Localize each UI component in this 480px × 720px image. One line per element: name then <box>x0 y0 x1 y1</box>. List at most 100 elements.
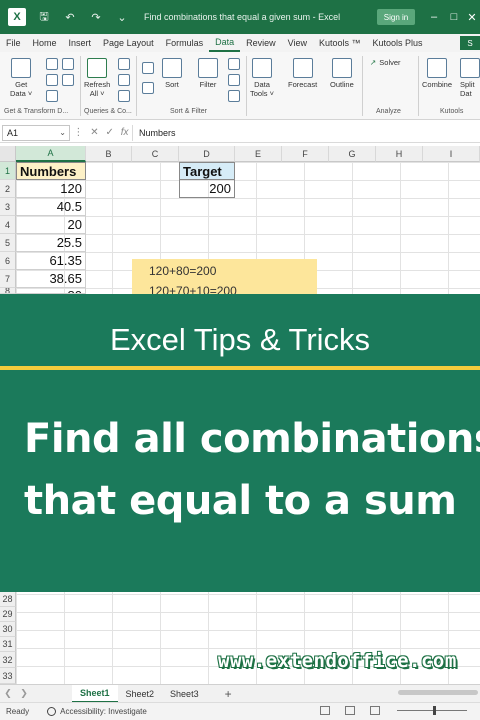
combine-icon <box>427 58 447 78</box>
more-icon: ⋮ <box>73 127 84 138</box>
column-header-e[interactable]: E <box>235 146 282 162</box>
tab-file[interactable]: File <box>0 34 27 52</box>
refresh-all-button[interactable]: Refresh All ˅ <box>84 58 110 98</box>
cell-d2-target-value[interactable]: 200 <box>179 180 235 198</box>
from-text-icon[interactable] <box>46 58 58 70</box>
from-web-icon[interactable] <box>46 74 58 86</box>
sort-ascending-icon[interactable] <box>142 62 154 74</box>
cell-a1-numbers-header[interactable]: Numbers <box>16 162 86 180</box>
refresh-icon <box>87 58 108 78</box>
edit-links-icon[interactable] <box>118 90 130 102</box>
formula-input[interactable]: Numbers <box>132 124 480 141</box>
tab-home[interactable]: Home <box>27 34 63 52</box>
cell-a5[interactable]: 25.5 <box>16 234 86 252</box>
recent-sources-icon[interactable] <box>62 58 74 70</box>
share-button[interactable]: S <box>460 36 480 50</box>
cell-a6[interactable]: 61.35 <box>16 252 86 270</box>
row-header-4[interactable]: 4 <box>0 216 16 234</box>
save-icon[interactable]: 🖫 <box>36 9 52 25</box>
split-data-button[interactable]: Split Dat <box>460 58 480 98</box>
sheet-tab-sheet2[interactable]: Sheet2 <box>118 685 163 703</box>
column-header-f[interactable]: F <box>282 146 329 162</box>
cell-a3[interactable]: 40.5 <box>16 198 86 216</box>
normal-view-icon[interactable] <box>320 706 330 715</box>
zoom-slider-handle[interactable] <box>433 706 436 715</box>
queries-connections-icon[interactable] <box>118 58 130 70</box>
row-header-2[interactable]: 2 <box>0 180 16 198</box>
cancel-icon[interactable]: ✕ <box>90 127 98 138</box>
select-all-corner[interactable] <box>0 146 16 162</box>
horizontal-scrollbar[interactable] <box>398 690 478 695</box>
existing-connections-icon[interactable] <box>62 74 74 86</box>
maximize-icon[interactable]: □ <box>446 9 462 25</box>
cell-d1-target-header[interactable]: Target <box>179 162 235 180</box>
sheet-tab-sheet3[interactable]: Sheet3 <box>162 685 207 703</box>
row-header-5[interactable]: 5 <box>0 234 16 252</box>
enter-icon[interactable]: ✓ <box>106 127 114 138</box>
quick-access-dropdown-icon[interactable]: ⌄ <box>114 9 130 25</box>
row-header-31[interactable]: 31 <box>0 637 16 652</box>
column-header-b[interactable]: B <box>86 146 132 162</box>
cell-a2[interactable]: 120 <box>16 180 86 198</box>
tab-data[interactable]: Data <box>209 34 241 52</box>
tab-review[interactable]: Review <box>240 34 282 52</box>
result-row: 120+70+10=200 <box>149 284 237 295</box>
ribbon: Get Data ˅ Refresh All ˅ Sort Filter Dat… <box>0 52 480 120</box>
ribbon-separator <box>418 56 419 116</box>
sheet-tab-sheet1[interactable]: Sheet1 <box>72 684 118 703</box>
row-header-30[interactable]: 30 <box>0 622 16 637</box>
scroll-left-icon[interactable]: ❮ <box>0 688 16 699</box>
row-header-1[interactable]: 1 <box>0 162 16 180</box>
advanced-filter-icon[interactable] <box>228 90 240 102</box>
column-header-c[interactable]: C <box>132 146 179 162</box>
sort-button[interactable]: Sort <box>162 58 182 89</box>
redo-icon[interactable]: ↷ <box>88 9 104 25</box>
forecast-button[interactable]: Forecast <box>288 58 317 89</box>
from-table-icon[interactable] <box>46 90 58 102</box>
window-title: Find combinations that equal a given sum… <box>144 12 341 22</box>
page-break-view-icon[interactable] <box>370 706 380 715</box>
row-header-33[interactable]: 33 <box>0 668 16 684</box>
tab-kutools[interactable]: Kutools ™ <box>313 34 367 52</box>
solver-button[interactable]: ↗ Solver <box>370 58 401 67</box>
add-sheet-button[interactable]: + <box>225 687 232 701</box>
get-data-button[interactable]: Get Data ˅ <box>10 58 32 98</box>
cell-a4[interactable]: 20 <box>16 216 86 234</box>
row-header-32[interactable]: 32 <box>0 652 16 668</box>
row-header-6[interactable]: 6 <box>0 252 16 270</box>
undo-icon[interactable]: ↶ <box>62 9 78 25</box>
column-header-g[interactable]: G <box>329 146 376 162</box>
scroll-right-icon[interactable]: ❯ <box>16 688 32 699</box>
column-header-i[interactable]: I <box>423 146 480 162</box>
clear-filter-icon[interactable] <box>228 58 240 70</box>
zoom-slider[interactable] <box>397 710 467 711</box>
reapply-filter-icon[interactable] <box>228 74 240 86</box>
combine-button[interactable]: Combine <box>422 58 452 89</box>
name-box[interactable]: A1 ⌄ <box>2 124 70 141</box>
tab-view[interactable]: View <box>282 34 313 52</box>
page-layout-view-icon[interactable] <box>345 706 355 715</box>
accessibility-status[interactable]: Accessibility: Investigate <box>47 707 147 716</box>
filter-button[interactable]: Filter <box>198 58 218 89</box>
data-tools-button[interactable]: Data Tools ˅ <box>250 58 274 98</box>
cell-a7[interactable]: 38.65 <box>16 270 86 288</box>
insert-function-icon[interactable]: fx <box>121 127 129 138</box>
close-icon[interactable]: ✕ <box>464 9 480 25</box>
sort-descending-icon[interactable] <box>142 82 154 94</box>
tab-kutools-plus[interactable]: Kutools Plus <box>367 34 429 52</box>
column-header-h[interactable]: H <box>376 146 423 162</box>
row-header-7[interactable]: 7 <box>0 270 16 288</box>
tab-page-layout[interactable]: Page Layout <box>97 34 160 52</box>
tab-formulas[interactable]: Formulas <box>160 34 210 52</box>
sign-in-button[interactable]: Sign in <box>377 9 415 25</box>
properties-icon[interactable] <box>118 74 130 86</box>
tab-insert[interactable]: Insert <box>63 34 98 52</box>
column-header-a[interactable]: A <box>16 146 86 162</box>
minimize-icon[interactable]: – <box>426 9 442 25</box>
row-header-3[interactable]: 3 <box>0 198 16 216</box>
row-header-29[interactable]: 29 <box>0 607 16 622</box>
outline-button[interactable]: Outline <box>330 58 354 89</box>
row-header-28[interactable]: 28 <box>0 592 16 607</box>
column-header-d[interactable]: D <box>179 146 235 162</box>
results-panel: 120+80=200 120+70+10=200 <box>132 259 317 295</box>
